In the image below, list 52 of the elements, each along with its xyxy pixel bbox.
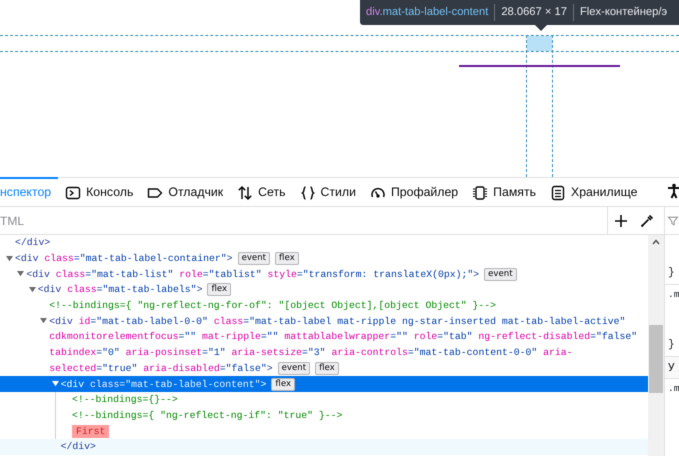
scrollbar[interactable] <box>648 235 664 456</box>
code-line: selected="true" aria-disabled="false"> <box>49 362 273 376</box>
code-line: <!--bindings={ "ng-reflect-ng-for-of": "[object Object],[object Object" }--> <box>49 299 496 314</box>
code-line: <div class="mat-tab-list" role="tablist" style="transform: translateX(0px);"> <box>26 268 480 282</box>
expand-toggle-icon[interactable] <box>6 256 13 262</box>
node-badge[interactable]: flex <box>271 378 296 391</box>
expand-toggle-icon[interactable] <box>28 286 36 293</box>
scrollbar-thumb[interactable] <box>649 325 663 393</box>
code-line: <!--bindings={}--> <box>72 393 178 408</box>
up-down-arrows-icon <box>237 184 254 200</box>
rule-selector: .m <box>668 289 679 300</box>
node-badge[interactable]: flex <box>275 252 299 266</box>
devtools-tab[interactable]: Хранилище <box>543 177 644 206</box>
person-icon <box>666 183 679 199</box>
node-badge[interactable]: event <box>278 362 310 375</box>
expand-toggle-icon[interactable] <box>52 381 59 388</box>
code-line: <div class="mat-tab-label-container"> <box>15 252 233 266</box>
expand-toggle-icon[interactable] <box>17 271 24 278</box>
code-line: tabindex="0" aria-posinset="1" aria-setsize="3" aria-controls="mat-tab-content-0-0" aria- <box>49 346 573 360</box>
code-line: </div> <box>15 236 50 250</box>
node-badge[interactable]: event <box>238 252 270 266</box>
document-icon <box>550 184 566 200</box>
code-line: <div class="mat-tab-label-content"> <box>60 378 266 392</box>
code-line: </div> <box>60 440 96 454</box>
node-badge[interactable]: event <box>484 268 517 281</box>
selector-text: div.mat-tab-label-content <box>366 5 488 20</box>
console-icon <box>65 184 82 200</box>
rule-brace: } <box>668 266 675 280</box>
expand-toggle-icon[interactable] <box>40 318 48 324</box>
type-text: Flex-контейнер/э <box>580 5 668 20</box>
chip-icon <box>472 184 488 200</box>
eyedropper-icon <box>639 212 655 228</box>
devtools-tab[interactable]: Консоль <box>58 177 140 206</box>
code-line: <div class="mat-tab-labels"> <box>38 283 202 298</box>
filter-icon <box>667 214 679 226</box>
section-header: У <box>668 361 675 374</box>
size-text: 28.0667 × 17 <box>501 5 567 20</box>
code-line: cdkmonitorelementfocus="" mat-ripple="" mattablabelwrapper="" role="tab" ng-reflect-disabled="false" <box>49 330 638 344</box>
plus-icon <box>613 212 629 228</box>
highlight-box <box>527 36 552 51</box>
devtools-tab[interactable]: Память <box>465 177 543 206</box>
devtools-tab[interactable]: Отладчик <box>140 177 230 206</box>
rule-selector: .m <box>668 383 679 394</box>
devtools-tab[interactable]: Сеть <box>230 177 293 206</box>
node-badge[interactable]: flex <box>315 362 339 375</box>
devtools-tab[interactable]: Стили <box>292 177 363 206</box>
code-line: <!--bindings={ "ng-reflect-ng-if": "true" }--> <box>72 408 342 423</box>
code-line: <div id="mat-tab-label-0-0" class="mat-tab-label mat-ripple ng-star-inserted mat-tab-label-active" <box>49 314 626 329</box>
curly-braces-icon <box>300 184 316 200</box>
rule-brace: } <box>668 338 675 352</box>
devtools-tab[interactable]: Профайлер <box>362 177 466 206</box>
node-badge[interactable]: flex <box>207 283 232 296</box>
